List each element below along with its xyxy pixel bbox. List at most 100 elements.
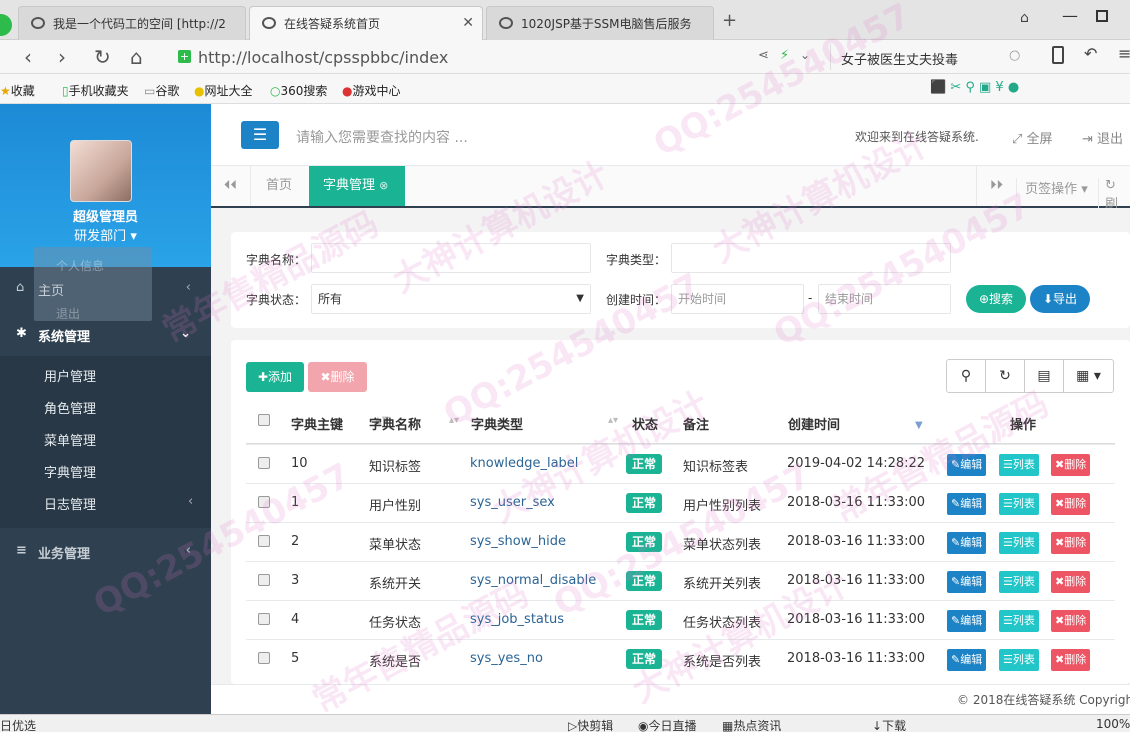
table-toggle-view[interactable]: ▤	[1024, 359, 1064, 393]
minimize-icon[interactable]: —	[1062, 6, 1078, 25]
dropdown-profile[interactable]: 个人信息	[56, 257, 104, 274]
home-icon[interactable]: ⌂	[130, 44, 143, 70]
delete-button[interactable]: ✖删除	[1051, 571, 1091, 593]
cell-dict-type-link[interactable]: sys_normal_disable	[470, 573, 596, 588]
row-checkbox[interactable]	[258, 652, 270, 664]
sidebar-item-system[interactable]: ✱ 系统管理 ⌄	[0, 326, 211, 346]
dict-status-select[interactable]: 所有 ▼	[311, 284, 591, 314]
undo-icon[interactable]: ↶	[1084, 44, 1097, 63]
search-button[interactable]: ⊕搜索	[966, 285, 1026, 313]
sidebar-item-users[interactable]: 用户管理	[44, 366, 96, 385]
reload-icon[interactable]: ↻	[94, 44, 111, 70]
browser-tab-2[interactable]: 在线答疑系统首页 ✕	[249, 6, 483, 40]
edit-button[interactable]: ✎编辑	[947, 532, 987, 554]
sort-desc-icon[interactable]: ▼	[915, 420, 923, 431]
logout-button[interactable]: ⇥ 退出	[1082, 128, 1123, 147]
list-button[interactable]: ☰列表	[999, 610, 1039, 632]
row-checkbox[interactable]	[258, 613, 270, 625]
menu-icon[interactable]: ≡	[1118, 44, 1130, 63]
sidebar-item-business[interactable]: ≡ 业务管理 ‹	[0, 543, 211, 563]
edit-button[interactable]: ✎编辑	[947, 571, 987, 593]
sidebar-item-logs[interactable]: 日志管理	[44, 494, 96, 513]
chevron-down-icon[interactable]: ⌄	[800, 48, 810, 62]
sort-icon[interactable]: ▴▾	[449, 415, 459, 426]
edit-button[interactable]: ✎编辑	[947, 649, 987, 671]
close-tab-icon[interactable]: ⊗	[379, 179, 388, 192]
sidebar-item-roles[interactable]: 角色管理	[44, 398, 96, 417]
cell-dict-type-link[interactable]: knowledge_label	[470, 456, 578, 471]
status-item-news[interactable]: ▦热点资讯	[722, 717, 781, 732]
tab-dict-management[interactable]: 字典管理 ⊗	[309, 166, 405, 206]
dropdown-logout[interactable]: 退出	[56, 305, 80, 322]
dict-name-input[interactable]	[311, 243, 591, 273]
close-tab-icon[interactable]: ✕	[462, 15, 474, 31]
add-button[interactable]: ✚添加	[246, 362, 304, 392]
sidebar-item-dict[interactable]: 字典管理	[44, 462, 96, 481]
bookmark-google[interactable]: ▭谷歌	[144, 82, 179, 99]
shirt-icon[interactable]: ⌂	[1020, 10, 1029, 26]
dict-type-input[interactable]	[671, 243, 951, 273]
delete-button[interactable]: ✖删除	[1051, 454, 1091, 476]
browser-search-box[interactable]: 女子被医生丈夫投毒 ○	[830, 44, 1030, 70]
row-checkbox[interactable]	[258, 496, 270, 508]
share-icon[interactable]: ⋖	[758, 48, 769, 63]
status-item-download[interactable]: ↓下载	[872, 717, 906, 732]
tabs-scroll-right-icon[interactable]: ⏵⏵	[976, 166, 1016, 206]
row-checkbox[interactable]	[258, 535, 270, 547]
user-dept-dropdown[interactable]: 研发部门 ▾	[0, 225, 211, 244]
edit-button[interactable]: ✎编辑	[947, 610, 987, 632]
back-icon[interactable]: ‹	[24, 44, 32, 70]
extensions-bar[interactable]: ⬛ ✂ ⚲ ▣ ¥ ●	[930, 80, 1125, 98]
bookmark-sites[interactable]: ●网址大全	[194, 82, 253, 99]
edit-button[interactable]: ✎编辑	[947, 454, 987, 476]
browser-tab-1[interactable]: 我是一个代码工的空间 [http://2	[18, 6, 246, 40]
delete-button[interactable]: ✖删除	[1051, 649, 1091, 671]
delete-button[interactable]: ✖删除	[1051, 493, 1091, 515]
table-columns-dropdown[interactable]: ▦ ▾	[1063, 359, 1114, 393]
delete-selected-button[interactable]: ✖删除	[308, 362, 367, 392]
export-button[interactable]: ⬇导出	[1030, 285, 1090, 313]
table-search-toggle[interactable]: ⚲	[946, 359, 986, 393]
list-button[interactable]: ☰列表	[999, 493, 1039, 515]
phone-icon[interactable]	[1052, 46, 1064, 64]
start-time-input[interactable]: 开始时间	[671, 284, 804, 314]
edit-button[interactable]: ✎编辑	[947, 493, 987, 515]
table-refresh-button[interactable]: ↻	[985, 359, 1025, 393]
status-zoom[interactable]: 100%	[1096, 717, 1130, 731]
forward-icon[interactable]: ›	[58, 44, 66, 70]
col-create-time[interactable]: 创建时间	[788, 414, 840, 433]
cell-dict-type-link[interactable]: sys_yes_no	[470, 651, 543, 666]
delete-button[interactable]: ✖删除	[1051, 610, 1091, 632]
cell-dict-type-link[interactable]: sys_job_status	[470, 612, 564, 627]
new-tab-button[interactable]: +	[722, 10, 737, 31]
status-item-live[interactable]: ◉今日直播	[638, 717, 697, 732]
list-button[interactable]: ☰列表	[999, 532, 1039, 554]
address-bar[interactable]: + http://localhost/cpsspbbc/index	[170, 44, 820, 70]
list-button[interactable]: ☰列表	[999, 454, 1039, 476]
col-dict-id[interactable]: 字典主键	[291, 414, 343, 433]
list-button[interactable]: ☰列表	[999, 571, 1039, 593]
sidebar-item-home[interactable]: ⌂ 主页 ‹	[0, 280, 211, 300]
browser-tab-3[interactable]: 1020JSP基于SSM电脑售后服务	[486, 6, 714, 40]
bookmark-games[interactable]: ●游戏中心	[342, 82, 401, 99]
row-checkbox[interactable]	[258, 457, 270, 469]
bookmark-360[interactable]: ○360搜索	[270, 82, 327, 99]
col-dict-name[interactable]: 字典名称	[369, 414, 421, 433]
sort-icon[interactable]: ▴▾	[608, 415, 618, 426]
page-ops-dropdown[interactable]: 页签操作 ▾	[1016, 178, 1096, 197]
end-time-input[interactable]: 结束时间	[818, 284, 951, 314]
search-icon[interactable]: ○	[1009, 48, 1020, 63]
fullscreen-button[interactable]: ⤢ 全屏	[1012, 128, 1053, 147]
maximize-icon[interactable]	[1096, 10, 1108, 22]
delete-button[interactable]: ✖删除	[1051, 532, 1091, 554]
sidebar-item-menus[interactable]: 菜单管理	[44, 430, 96, 449]
row-checkbox[interactable]	[258, 574, 270, 586]
lightning-icon[interactable]: ⚡	[780, 48, 789, 63]
avatar[interactable]	[70, 140, 132, 202]
tabs-scroll-left-icon[interactable]: ⏴⏴	[211, 166, 251, 206]
bookmark-mobile[interactable]: ▯手机收藏夹	[62, 82, 129, 99]
refresh-tab-button[interactable]: ↻ 刷	[1098, 178, 1130, 212]
global-search-input[interactable]: 请输入您需要查找的内容 ...	[296, 127, 468, 147]
cell-dict-type-link[interactable]: sys_user_sex	[470, 495, 555, 510]
cell-dict-type-link[interactable]: sys_show_hide	[470, 534, 566, 549]
